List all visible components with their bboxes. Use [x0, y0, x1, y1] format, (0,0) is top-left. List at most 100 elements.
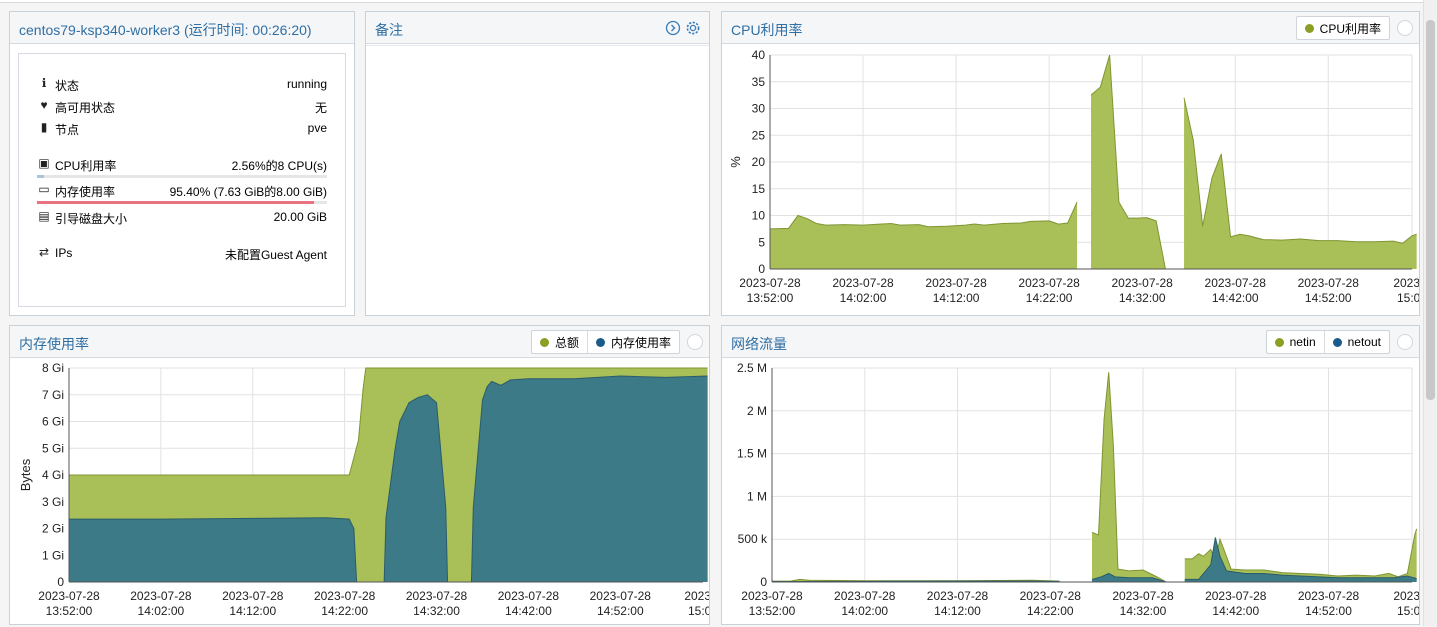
legend-netin[interactable]: netin [1267, 331, 1325, 353]
cpu-usage-bar [37, 175, 327, 178]
x-tick-date: 2023-07-28 [741, 589, 803, 603]
memory-value: 95.40% (7.63 GiB的8.00 GiB) [170, 183, 327, 200]
y-tick-label: 25 [752, 128, 766, 142]
x-tick-time: 14:42:00 [505, 604, 552, 618]
x-tick-date: 2023-07-28 [38, 589, 100, 603]
x-tick-time: 14:42:00 [1212, 604, 1259, 618]
x-tick-date: 2023-0 [684, 589, 709, 603]
state-value: running [287, 77, 327, 91]
memory-undo-zoom-button[interactable] [687, 334, 703, 350]
cpu-chart[interactable]: 05101520253035402023-07-2813:52:002023-0… [722, 45, 1419, 315]
x-tick-date: 2023-07-28 [1298, 276, 1360, 290]
y-tick-label: 500 k [738, 532, 768, 546]
x-tick-time: 14:52:00 [1305, 604, 1352, 618]
status-panel: centos79-ksp340-worker3 (运行时间: 00:26:20)… [9, 11, 355, 316]
x-tick-date: 2023-07-28 [498, 589, 560, 603]
x-tick-time: 14:22:00 [1027, 604, 1074, 618]
legend-memory-usage[interactable]: 内存使用率 [588, 331, 679, 353]
x-tick-date: 2023-07-28 [927, 589, 989, 603]
status-row-ips: ⇄ IPs 未配置Guest Agent [37, 244, 327, 262]
y-tick-label: 0 [758, 262, 765, 276]
network-panel: 网络流量 netin netout 0500 k1 M1.5 M2 M2.5 M… [721, 325, 1420, 625]
notes-panel-title: 备注 [375, 20, 403, 40]
status-row-node: ▮ 节点 pve [37, 119, 327, 137]
heartbeat-icon: ♥ [37, 98, 51, 112]
page-scrollbar[interactable] [1423, 0, 1437, 626]
x-tick-time: 14:52:00 [1305, 291, 1352, 305]
x-tick-date: 2023-07-28 [1112, 589, 1174, 603]
status-panel-header: centos79-ksp340-worker3 (运行时间: 00:26:20) [10, 12, 354, 44]
status-row-disk: ▤ 引导磁盘大小 20.00 GiB [37, 208, 327, 226]
x-tick-date: 2023-07-28 [590, 589, 652, 603]
expand-icon[interactable] [665, 20, 681, 36]
cpu-value: 2.56%的8 CPU(s) [232, 157, 327, 174]
memory-icon: ▭ [37, 182, 51, 196]
cpu-undo-zoom-button[interactable] [1397, 20, 1413, 36]
gear-icon[interactable] [685, 20, 701, 36]
y-tick-label: 2 M [747, 404, 767, 418]
cpu-legend: CPU利用率 [1296, 16, 1390, 40]
status-list: ℹ 状态 running ♥ 高可用状态 无 ▮ 节点 pve ▣ CPU利用率… [18, 53, 346, 307]
series-area-secondary [69, 518, 357, 582]
x-tick-date: 2023-07-28 [925, 276, 987, 290]
x-tick-time: 14:02:00 [840, 291, 887, 305]
y-tick-label: 20 [752, 155, 766, 169]
y-tick-label: 6 Gi [42, 415, 64, 429]
x-tick-time: 13:52:00 [749, 604, 796, 618]
server-icon: ▮ [37, 120, 51, 134]
x-tick-time: 14:02:00 [841, 604, 888, 618]
x-tick-date: 2023-07-28 [1020, 589, 1082, 603]
x-tick-date: 2023-0 [1393, 276, 1419, 290]
x-tick-time: 14:12:00 [933, 291, 980, 305]
memory-panel-title: 内存使用率 [19, 334, 89, 354]
network-chart[interactable]: 0500 k1 M1.5 M2 M2.5 M2023-07-2813:52:00… [722, 359, 1419, 624]
y-axis-label: Bytes [18, 458, 33, 491]
y-tick-label: 1.5 M [737, 447, 767, 461]
scrollbar-thumb[interactable] [1426, 20, 1435, 400]
x-tick-date: 2023-0 [1393, 589, 1419, 603]
network-panel-header: 网络流量 netin netout [722, 326, 1419, 358]
x-tick-date: 2023-07-28 [1205, 276, 1267, 290]
x-tick-time: 14:32:00 [1119, 291, 1166, 305]
status-panel-title: centos79-ksp340-worker3 (运行时间: 00:26:20) [19, 20, 312, 40]
series-area-primary [770, 202, 1077, 269]
ha-value: 无 [315, 99, 327, 116]
legend-memory-total[interactable]: 总额 [532, 331, 588, 353]
network-panel-title: 网络流量 [731, 334, 787, 354]
y-tick-label: 40 [752, 48, 766, 62]
y-tick-label: 1 M [747, 489, 767, 503]
x-tick-date: 2023-07-28 [222, 589, 284, 603]
harddisk-icon: ▤ [37, 209, 51, 223]
ips-value: 未配置Guest Agent [225, 246, 327, 263]
series-area-primary [1184, 98, 1417, 269]
memory-chart[interactable]: 01 Gi2 Gi3 Gi4 Gi5 Gi6 Gi7 Gi8 Gi2023-07… [10, 359, 709, 624]
x-tick-date: 2023-07-28 [130, 589, 192, 603]
y-tick-label: 1 Gi [42, 548, 64, 562]
legend-netout[interactable]: netout [1325, 331, 1389, 353]
legend-cpu-usage[interactable]: CPU利用率 [1297, 17, 1389, 39]
x-tick-time: 14:12:00 [934, 604, 981, 618]
x-tick-time: 14:22:00 [1026, 291, 1073, 305]
y-tick-label: 30 [752, 102, 766, 116]
y-tick-label: 10 [752, 209, 766, 223]
legend-netout-dot [1333, 338, 1342, 347]
legend-total-dot [540, 338, 549, 347]
y-tick-label: 15 [752, 182, 766, 196]
y-tick-label: 8 Gi [42, 361, 64, 375]
y-tick-label: 0 [760, 575, 767, 589]
y-tick-label: 3 Gi [42, 495, 64, 509]
info-icon: ℹ [37, 76, 51, 90]
network-undo-zoom-button[interactable] [1397, 334, 1413, 350]
notes-panel: 备注 [365, 11, 710, 316]
x-tick-time: 14:12:00 [229, 604, 276, 618]
y-tick-label: 4 Gi [42, 468, 64, 482]
x-tick-time: 15:01 [1397, 604, 1419, 618]
cpu-usage-bar-fill [37, 175, 44, 178]
cpu-panel-title: CPU利用率 [731, 20, 803, 40]
series-area-secondary [471, 376, 707, 582]
notes-panel-header: 备注 [366, 12, 709, 44]
x-tick-time: 14:32:00 [1120, 604, 1167, 618]
notes-content[interactable] [366, 45, 709, 315]
cpu-panel-header: CPU利用率 CPU利用率 [722, 12, 1419, 44]
y-tick-label: 35 [752, 75, 766, 89]
